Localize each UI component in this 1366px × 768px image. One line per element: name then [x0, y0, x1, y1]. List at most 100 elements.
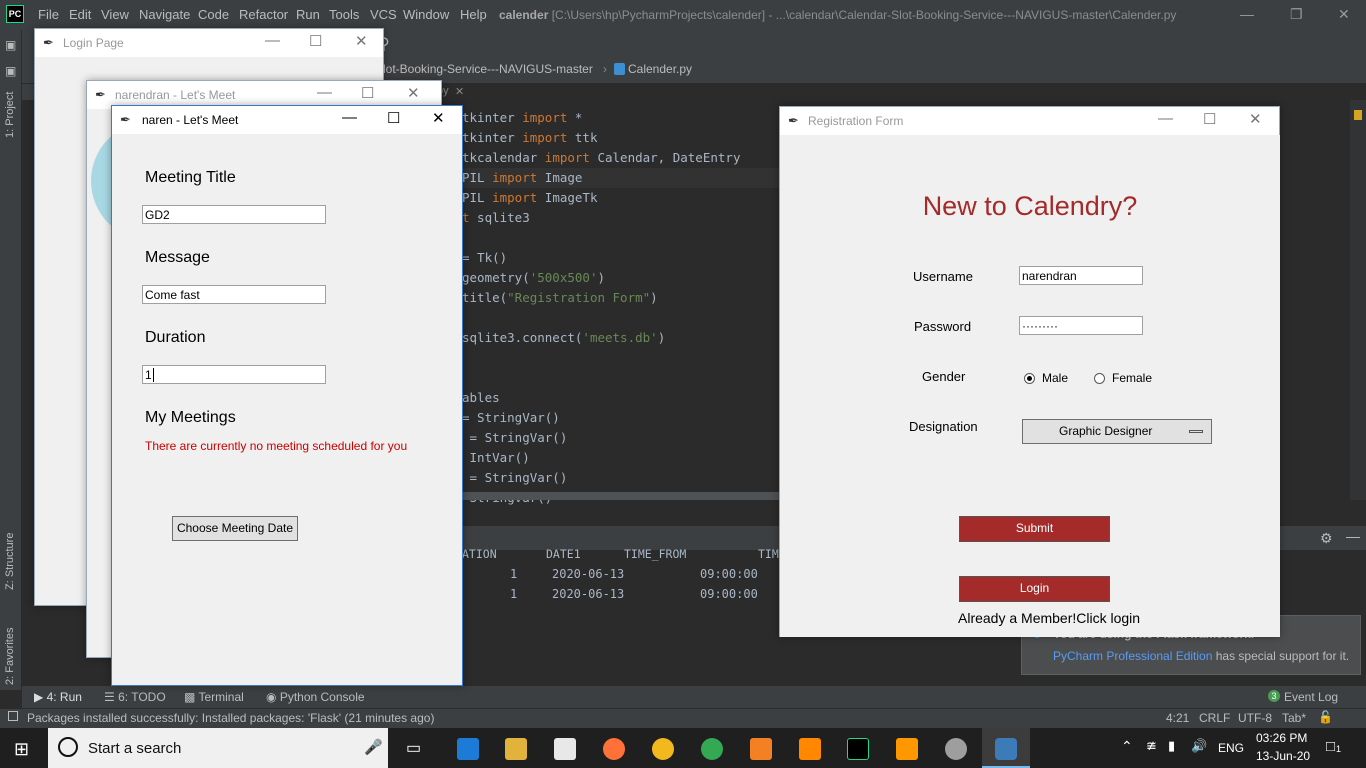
code-line[interactable]: sqlite3.connect('meets.db')	[462, 330, 665, 345]
female-radio[interactable]	[1094, 373, 1105, 384]
code-line[interactable]: = StringVar()	[462, 470, 568, 485]
menu-window[interactable]: Window	[403, 7, 449, 22]
code-line[interactable]: PIL import Image	[462, 170, 582, 185]
choose-meeting-date-button[interactable]: Choose Meeting Date	[172, 516, 298, 541]
close-button[interactable]: ✕	[1249, 110, 1262, 128]
firefox-icon[interactable]	[603, 738, 625, 760]
minimize-button[interactable]: —	[317, 84, 332, 101]
tab-project[interactable]: 1: Project	[4, 92, 16, 138]
code-line[interactable]: = StringVar()	[462, 410, 560, 425]
maximize-button[interactable]: ☐	[387, 109, 400, 127]
pycharm-taskbar-icon[interactable]	[847, 738, 869, 760]
close-icon[interactable]: ✕	[455, 85, 464, 98]
menu-file[interactable]: File	[38, 7, 59, 22]
menu-refactor[interactable]: Refactor	[239, 7, 288, 22]
maximize-button[interactable]: ☐	[361, 84, 374, 102]
wifi-icon[interactable]: ≇	[1146, 738, 1157, 754]
maximize-button[interactable]: ☐	[309, 32, 322, 50]
warning-marker[interactable]	[1354, 110, 1362, 120]
python-console-tab[interactable]: ◉ Python Console	[266, 690, 365, 704]
code-line[interactable]: ables	[462, 390, 500, 405]
code-line[interactable]: = StringVar()	[462, 430, 568, 445]
jupyter-icon[interactable]	[750, 738, 772, 760]
event-log-tab[interactable]: Event Log	[1284, 690, 1338, 704]
submit-button[interactable]: Submit	[959, 516, 1110, 542]
status-message[interactable]: Packages installed successfully: Install…	[27, 711, 434, 725]
login-titlebar[interactable]: ✒ Login Page — ☐ ✕	[35, 29, 383, 57]
meet-titlebar[interactable]: ✒ naren - Let's Meet — ☐ ✕	[112, 106, 462, 134]
search-box[interactable]: Start a search 🎤	[48, 728, 388, 768]
task-view-icon[interactable]: ▭	[406, 738, 421, 758]
file-explorer-icon[interactable]	[505, 738, 527, 760]
run-tab[interactable]: ▶ 4: Run	[34, 690, 82, 704]
clock-time[interactable]: 03:26 PM	[1256, 731, 1307, 745]
close-button[interactable]: ✕	[355, 32, 368, 50]
ide-minimize-button[interactable]: —	[1240, 6, 1254, 22]
python-taskbar-active[interactable]	[982, 728, 1030, 768]
code-editor[interactable]: tkinter import * tkinter import ttk tkcale…	[440, 100, 780, 505]
app-icon[interactable]	[652, 738, 674, 760]
maximize-button[interactable]: ☐	[1203, 110, 1216, 128]
registration-titlebar[interactable]: ✒ Registration Form — ☐ ✕	[780, 107, 1279, 135]
indent[interactable]: Tab*	[1282, 711, 1306, 725]
minimize-button[interactable]: —	[1158, 110, 1173, 127]
menu-view[interactable]: View	[101, 7, 129, 22]
menu-help[interactable]: Help	[460, 7, 487, 22]
layout-icon[interactable]	[8, 711, 18, 721]
lock-icon[interactable]: 🔓	[1318, 710, 1333, 724]
minimize-button[interactable]: —	[342, 109, 357, 126]
duration-input[interactable]: 1	[142, 365, 326, 384]
password-input[interactable]: ·········	[1019, 316, 1143, 335]
vlc-icon[interactable]	[799, 738, 821, 760]
username-input[interactable]: narendran	[1019, 266, 1143, 285]
terminal-tab[interactable]: ▩ Terminal	[184, 690, 244, 704]
message-input[interactable]: Come fast	[142, 285, 326, 304]
code-line[interactable]: IntVar()	[462, 450, 530, 465]
code-line[interactable]: = Tk()	[462, 250, 507, 265]
notification-icon[interactable]: □	[1326, 738, 1335, 755]
ide-close-button[interactable]: ✕	[1338, 6, 1350, 23]
minimize-button[interactable]: —	[265, 32, 280, 49]
menu-run[interactable]: Run	[296, 7, 320, 22]
code-line[interactable]: tkinter import ttk	[462, 130, 597, 145]
code-line[interactable]: t sqlite3	[462, 210, 530, 225]
tab-favorites[interactable]: 2: Favorites	[4, 628, 16, 685]
clock-date[interactable]: 13-Jun-20	[1256, 749, 1310, 763]
close-button[interactable]: ✕	[407, 84, 420, 102]
language-indicator[interactable]: ENG	[1218, 741, 1244, 755]
male-radio[interactable]	[1024, 373, 1035, 384]
ide-maximize-button[interactable]: ❐	[1290, 6, 1303, 23]
designation-select[interactable]: Graphic Designer	[1022, 419, 1212, 444]
login-button[interactable]: Login	[959, 576, 1110, 602]
horizontal-scrollbar[interactable]	[440, 492, 780, 500]
encoding[interactable]: UTF-8	[1238, 711, 1272, 725]
code-line[interactable]: tkinter import *	[462, 110, 582, 125]
registration-window[interactable]: ✒ Registration Form — ☐ ✕ New to Calendr…	[779, 106, 1280, 637]
close-button[interactable]: ✕	[432, 109, 445, 127]
breadcrumb-file[interactable]: Calender.py	[628, 62, 692, 76]
meeting-title-input[interactable]: GD2	[142, 205, 326, 224]
breadcrumb-folder[interactable]: lot-Booking-Service---NAVIGUS-master	[383, 62, 593, 76]
gear-icon[interactable]: ⚙	[1320, 530, 1333, 547]
todo-tab[interactable]: ☰ 6: TODO	[104, 690, 166, 704]
menu-vcs[interactable]: VCS	[370, 7, 397, 22]
code-line[interactable]: tkcalendar import Calendar, DateEntry	[462, 150, 740, 165]
folder-icon[interactable]: ▣	[5, 38, 16, 52]
volume-icon[interactable]: 🔊	[1191, 738, 1207, 754]
menu-edit[interactable]: Edit	[69, 7, 91, 22]
folder-icon[interactable]: ▣	[5, 64, 16, 78]
edge-icon[interactable]	[457, 738, 479, 760]
tab-structure[interactable]: Z: Structure	[4, 533, 16, 590]
store-icon[interactable]	[554, 738, 576, 760]
hide-panel-icon[interactable]: —	[1346, 528, 1360, 544]
balloon-link[interactable]: PyCharm Professional Edition	[1053, 649, 1212, 663]
chrome-icon[interactable]	[701, 738, 723, 760]
database-icon[interactable]	[945, 738, 967, 760]
windows-start-icon[interactable]: ⊞	[14, 739, 29, 760]
code-line[interactable]: geometry('500x500')	[462, 270, 605, 285]
battery-icon[interactable]: ▮	[1168, 738, 1175, 754]
meet-window[interactable]: ✒ naren - Let's Meet — ☐ ✕ Meeting Title…	[111, 105, 463, 686]
sublime-icon[interactable]	[896, 738, 918, 760]
code-line[interactable]: title("Registration Form")	[462, 290, 658, 305]
line-separator[interactable]: CRLF	[1199, 711, 1230, 725]
